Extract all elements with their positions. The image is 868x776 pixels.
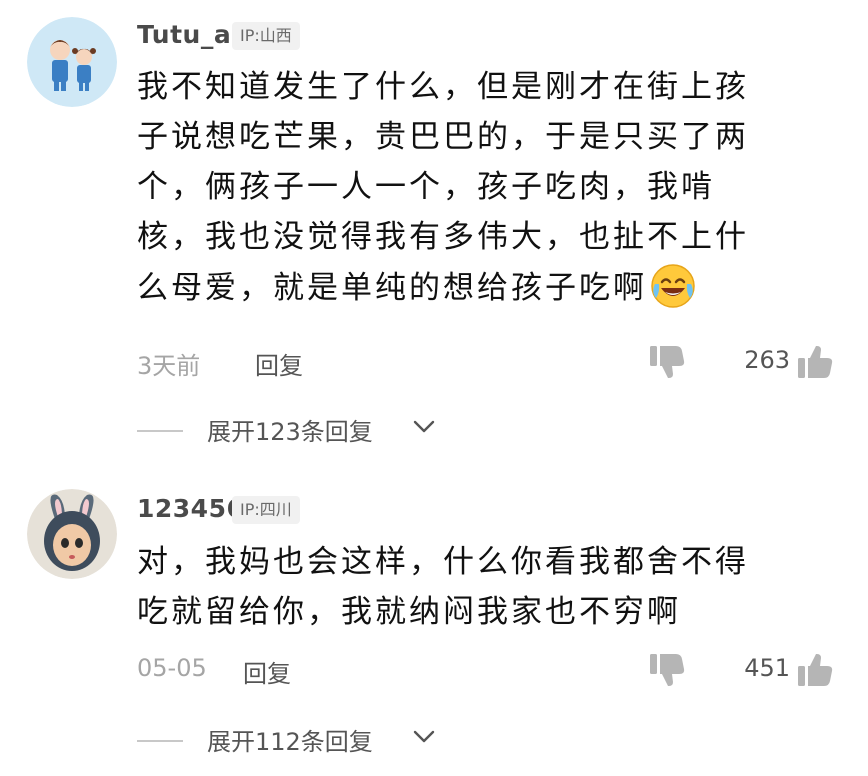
comment-line: 个，俩孩子一人一个，孩子吃肉，我啃 — [137, 169, 715, 205]
comment-body: 我不知道发生了什么，但是刚才在街上孩 子说想吃芒果，贵巴巴的，于是只买了两 个，… — [137, 62, 827, 313]
ip-badge: IP:四川 — [232, 496, 300, 524]
comment-line: 吃就留给你，我就纳闷我家也不穷啊 — [137, 594, 681, 630]
divider — [137, 430, 183, 432]
username[interactable]: 123456 — [137, 494, 244, 523]
thumbs-up-icon[interactable] — [796, 344, 834, 380]
comment-line: 么母爱，就是单纯的想给孩子吃啊 — [137, 262, 827, 313]
comment-line: 我不知道发生了什么，但是刚才在街上孩 — [137, 69, 749, 105]
comment-time: 3天前 — [137, 352, 201, 380]
avatar[interactable] — [27, 489, 117, 579]
thumbs-down-icon[interactable] — [648, 344, 686, 380]
comment-line: 子说想吃芒果，贵巴巴的，于是只买了两 — [137, 119, 749, 155]
thumbs-up-icon[interactable] — [796, 652, 834, 688]
ip-badge: IP:山西 — [232, 22, 300, 50]
comment-time: 05-05 — [137, 654, 207, 682]
expand-replies-button[interactable]: 展开123条回复 — [137, 412, 447, 448]
comment-body: 对，我妈也会这样，什么你看我都舍不得 吃就留给你，我就纳闷我家也不穷啊 — [137, 537, 827, 637]
expand-replies-label: 展开123条回复 — [207, 418, 373, 446]
comment-line: 核，我也没觉得我有多伟大，也扯不上什 — [137, 219, 749, 255]
chevron-down-icon — [413, 730, 435, 743]
laughing-crying-emoji-icon — [651, 264, 695, 308]
expand-replies-button[interactable]: 展开112条回复 — [137, 722, 447, 758]
chevron-down-icon — [413, 420, 435, 433]
divider — [137, 740, 183, 742]
like-count: 451 — [744, 654, 790, 682]
reply-button[interactable]: 回复 — [255, 346, 303, 381]
like-count: 263 — [744, 346, 790, 374]
thumbs-down-icon[interactable] — [648, 652, 686, 688]
username[interactable]: Tutu_a — [137, 20, 231, 49]
expand-replies-label: 展开112条回复 — [207, 728, 373, 756]
avatar[interactable] — [27, 17, 117, 107]
reply-button[interactable]: 回复 — [243, 654, 291, 689]
comment-line: 对，我妈也会这样，什么你看我都舍不得 — [137, 544, 749, 580]
